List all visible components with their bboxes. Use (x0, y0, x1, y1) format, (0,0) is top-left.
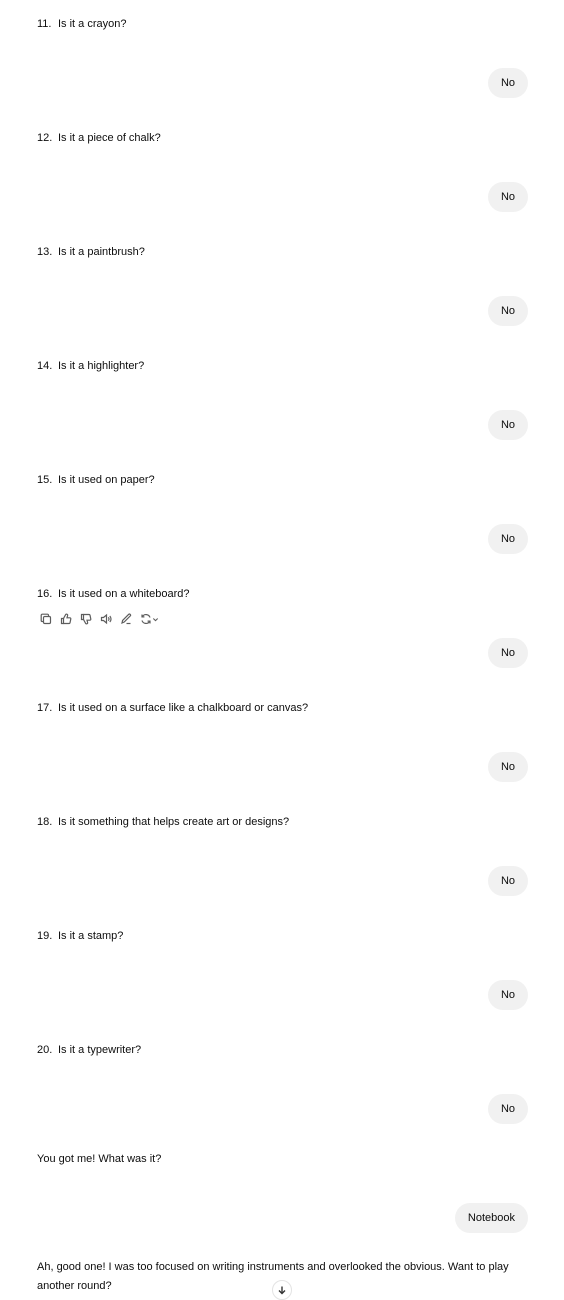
user-answer-bubble: No (487, 182, 528, 212)
assistant-question: 14. Is it a highlighter? (37, 358, 144, 374)
user-answer-bubble: No (487, 638, 528, 668)
question-number: 14. (37, 360, 53, 372)
assistant-question: 16. Is it used on a whiteboard? (37, 586, 189, 602)
question-number: 12. (37, 132, 53, 144)
question-number: 15. (37, 474, 53, 486)
thumbs-up-icon[interactable] (58, 612, 73, 626)
assistant-question: 15. Is it used on paper? (37, 472, 155, 488)
question-text: Is it a highlighter? (58, 360, 145, 372)
question-text: Is it a paintbrush? (58, 246, 145, 258)
question-text: Is it something that helps create art or… (58, 816, 290, 828)
question-number: 18. (37, 816, 53, 828)
assistant-question: 11. Is it a crayon? (37, 16, 126, 32)
assistant-question: 13. Is it a paintbrush? (37, 244, 145, 260)
user-answer-bubble: No (487, 524, 528, 554)
user-answer-bubble: No (487, 866, 528, 896)
assistant-question: 20. Is it a typewriter? (37, 1042, 141, 1058)
assistant-question: 18. Is it something that helps create art… (37, 814, 289, 830)
question-number: 17. (37, 702, 53, 714)
user-answer-bubble: No (487, 980, 528, 1010)
question-number: 16. (37, 588, 53, 600)
question-number: 19. (37, 930, 53, 942)
question-number: 13. (37, 246, 53, 258)
question-number: 11. (37, 18, 52, 30)
message-actions-toolbar (38, 612, 160, 626)
question-text: Is it used on a whiteboard? (58, 588, 190, 600)
thumbs-down-icon[interactable] (78, 612, 93, 626)
edit-icon[interactable] (118, 612, 133, 626)
regenerate-icon[interactable] (138, 612, 160, 626)
assistant-question: 19. Is it a stamp? (37, 928, 123, 944)
user-answer-bubble: No (487, 1094, 528, 1124)
user-answer-bubble: No (487, 68, 528, 98)
user-answer-bubble: Notebook (454, 1203, 528, 1233)
read-aloud-icon[interactable] (98, 612, 113, 626)
question-text: Is it a typewriter? (58, 1044, 142, 1056)
question-number: 20. (37, 1044, 53, 1056)
question-text: Is it a stamp? (58, 930, 124, 942)
copy-icon[interactable] (38, 612, 53, 626)
assistant-message: You got me! What was it? (37, 1153, 162, 1165)
user-answer-bubble: No (487, 752, 528, 782)
chevron-down-icon (152, 617, 158, 621)
assistant-question: 12. Is it a piece of chalk? (37, 130, 161, 146)
scroll-to-bottom-button[interactable] (272, 1280, 292, 1300)
question-text: Is it a crayon? (58, 18, 127, 30)
question-text: Is it a piece of chalk? (58, 132, 161, 144)
assistant-question: 17. Is it used on a surface like a chalkb… (37, 700, 308, 716)
user-answer-bubble: No (487, 296, 528, 326)
arrow-down-icon (278, 1286, 286, 1295)
question-text: Is it used on paper? (58, 474, 155, 486)
user-answer-bubble: No (487, 410, 528, 440)
question-text: Is it used on a surface like a chalkboar… (58, 702, 309, 714)
